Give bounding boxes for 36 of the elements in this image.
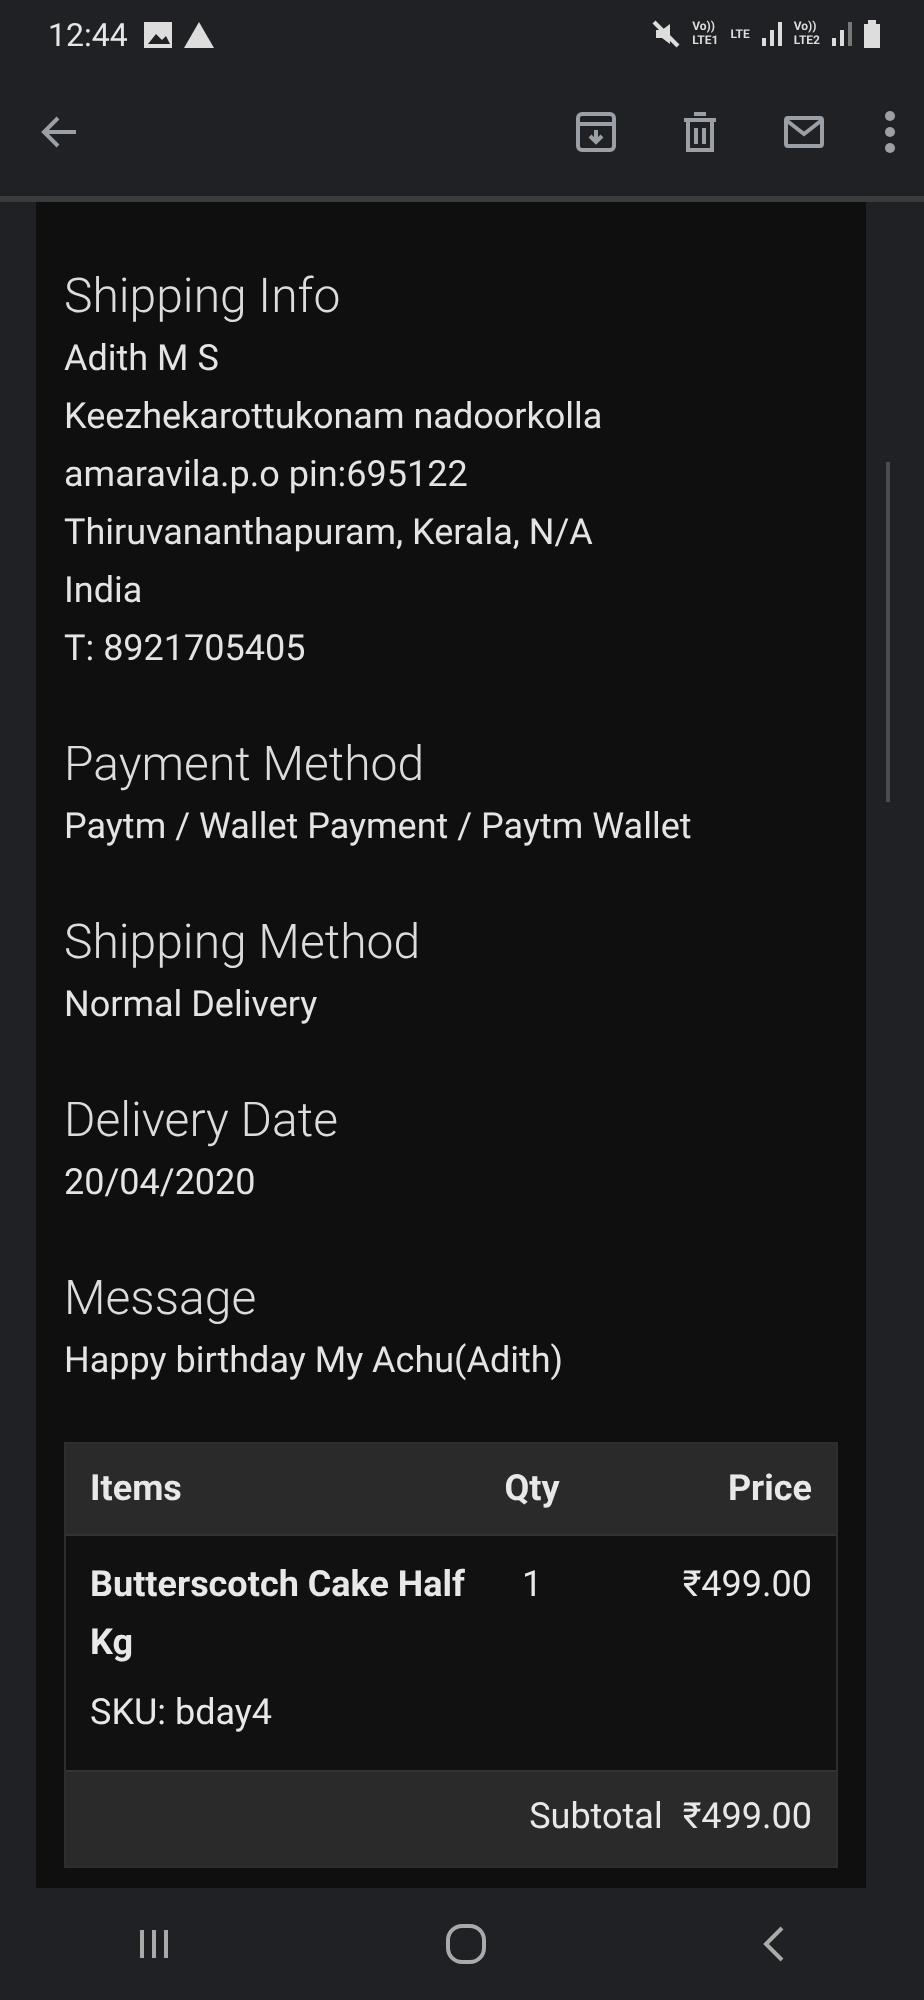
detail-text: Happy birthday My Achu(Adith) — [64, 1338, 566, 1386]
archive-button[interactable] — [572, 108, 620, 156]
item-price: ₹499.00 — [680, 1562, 812, 1610]
image-icon — [143, 21, 172, 47]
detail-text: 20/04/2020 — [64, 1160, 258, 1208]
status-time: 12:44 — [48, 15, 128, 53]
item-name: Butterscotch Cake Half Kg — [90, 1562, 467, 1668]
detail-text: Keezhekarottukonam nadoorkolla — [64, 394, 605, 442]
section-heading: Delivery Date — [64, 1090, 341, 1152]
section-heading: Message — [64, 1268, 259, 1330]
detail-text: Normal Delivery — [64, 982, 320, 1030]
column-header: Items — [90, 1468, 184, 1510]
total-label: Subtotal — [529, 1796, 663, 1838]
more-button[interactable] — [884, 110, 896, 154]
mute-icon — [652, 20, 681, 48]
detail-text: Adith M S — [64, 336, 221, 384]
item-sku: SKU: bday4 — [90, 1690, 275, 1738]
detail-text: amaravila.p.o pin:695122 — [64, 452, 470, 500]
detail-text: Thiruvananthapuram, Kerala, N/A — [64, 510, 595, 558]
detail-text: T: 8921705405 — [64, 626, 308, 674]
column-header: Qty — [502, 1468, 562, 1510]
detail-text: India — [64, 568, 145, 616]
back-nav-button[interactable] — [760, 1924, 788, 1964]
signal-icon — [761, 22, 782, 46]
home-button[interactable] — [444, 1922, 488, 1966]
section-heading: Shipping Method — [64, 912, 423, 974]
total-value: ₹499.00 — [682, 1796, 812, 1838]
section-heading: Shipping Info — [64, 266, 343, 328]
detail-text: Paytm / Wallet Payment / Paytm Wallet — [64, 804, 694, 852]
signal-icon — [832, 22, 852, 46]
section-heading: Payment Method — [64, 734, 427, 796]
warning-icon — [183, 21, 214, 47]
battery-icon — [864, 20, 880, 48]
recents-button[interactable] — [136, 1926, 172, 1962]
item-qty: 1 — [519, 1562, 545, 1610]
column-header: Price — [725, 1468, 812, 1510]
